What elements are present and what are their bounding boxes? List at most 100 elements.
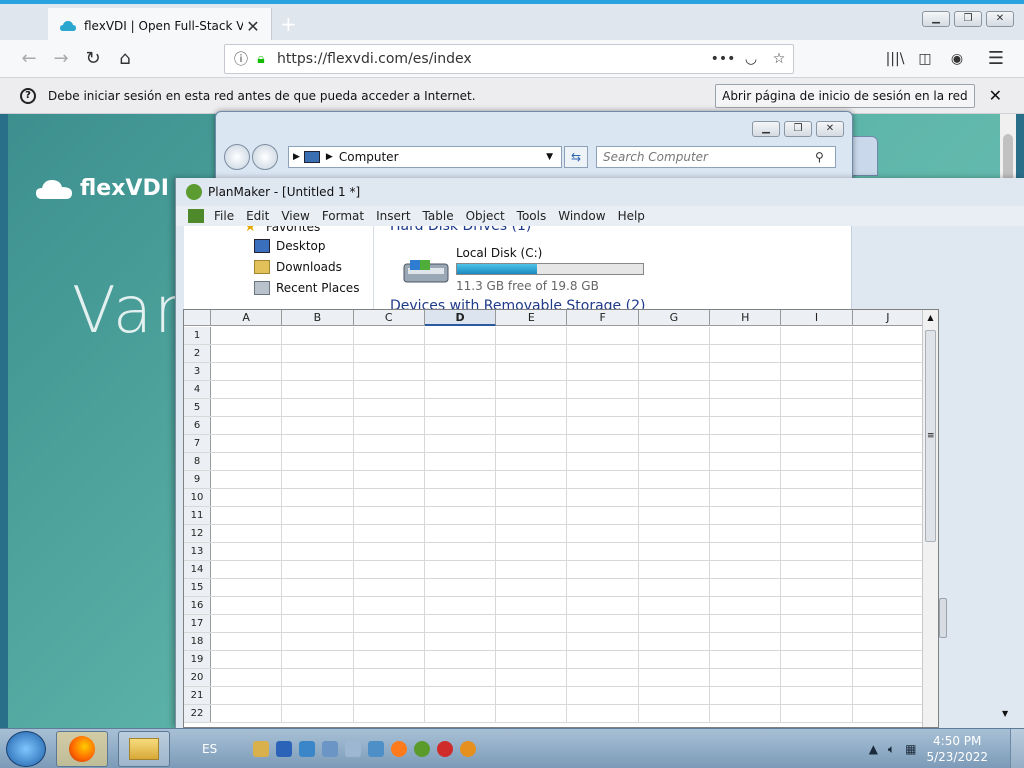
sheet-cell[interactable]	[496, 435, 568, 452]
row-header[interactable]: 22	[184, 705, 211, 722]
sheet-cell[interactable]	[211, 687, 283, 704]
sheet-cell[interactable]	[211, 471, 283, 488]
sheet-cell[interactable]	[282, 651, 354, 668]
search-icon[interactable]: ⚲	[815, 150, 835, 164]
sheet-cell[interactable]	[710, 669, 782, 686]
sheet-cell[interactable]	[425, 687, 497, 704]
sheet-cell[interactable]	[639, 543, 711, 560]
show-desktop-button[interactable]	[1010, 729, 1024, 768]
sheet-cell[interactable]	[496, 471, 568, 488]
sheet-cell[interactable]	[354, 633, 425, 650]
sheet-cell[interactable]	[354, 651, 425, 668]
sheet-cell[interactable]	[710, 417, 782, 434]
sheet-cell[interactable]	[211, 381, 283, 398]
sheet-cell[interactable]	[354, 525, 425, 542]
column-header-e[interactable]: E	[496, 310, 568, 326]
sheet-cell[interactable]	[354, 435, 425, 452]
sheet-cell[interactable]	[781, 489, 853, 506]
sheet-cell[interactable]	[282, 507, 354, 524]
sheet-cell[interactable]	[639, 435, 711, 452]
sheet-cell[interactable]	[639, 489, 711, 506]
column-header-h[interactable]: H	[710, 310, 782, 326]
sheet-cell[interactable]	[567, 687, 639, 704]
sheet-cell[interactable]	[853, 669, 924, 686]
sheet-cell[interactable]	[853, 327, 924, 344]
sheet-cell[interactable]	[853, 633, 924, 650]
volume-icon[interactable]: 🔈︎	[888, 742, 895, 757]
sheet-cell[interactable]	[496, 345, 568, 362]
recycle-quick-icon[interactable]	[345, 740, 362, 757]
sheet-cell[interactable]	[211, 435, 283, 452]
nav-item-recent-places[interactable]: Recent Places	[254, 281, 359, 295]
sheet-cell[interactable]	[710, 453, 782, 470]
sheet-cell[interactable]	[639, 363, 711, 380]
sheet-cell[interactable]	[425, 597, 497, 614]
sheet-cell[interactable]	[639, 327, 711, 344]
sheet-cell[interactable]	[710, 345, 782, 362]
nav-item-downloads[interactable]: Downloads	[254, 260, 342, 274]
sheet-cell[interactable]	[211, 399, 283, 416]
sheet-cell[interactable]	[282, 399, 354, 416]
row-header[interactable]: 14	[184, 561, 211, 578]
sheet-cell[interactable]	[781, 453, 853, 470]
sheet-cell[interactable]	[853, 435, 924, 452]
sheet-cell[interactable]	[282, 579, 354, 596]
menu-window[interactable]: Window	[552, 209, 611, 223]
sheet-cell[interactable]	[354, 705, 425, 722]
sheet-cell[interactable]	[781, 507, 853, 524]
url-text[interactable]: https://flexvdi.com/es/index	[277, 51, 709, 67]
column-header-f[interactable]: F	[567, 310, 639, 326]
sheet-cell[interactable]	[853, 687, 924, 704]
sheet-cell[interactable]	[282, 687, 354, 704]
network-icon[interactable]: ▦	[905, 742, 916, 756]
sheet-cell[interactable]	[781, 561, 853, 578]
sheet-cell[interactable]	[567, 651, 639, 668]
nav-item-desktop[interactable]: Desktop	[254, 239, 326, 253]
sheet-cell[interactable]	[282, 705, 354, 722]
site-logo[interactable]: flexVDI	[36, 176, 169, 201]
minimize-icon[interactable]: ▁	[752, 121, 780, 137]
sheet-cell[interactable]	[639, 453, 711, 470]
sheet-cell[interactable]	[853, 579, 924, 596]
column-header-d[interactable]: D	[424, 310, 497, 326]
url-bar[interactable]: ⓘ 🔒︎ https://flexvdi.com/es/index ••• ◡ …	[224, 44, 794, 74]
row-header[interactable]: 1	[184, 327, 211, 344]
sheet-cell[interactable]	[639, 525, 711, 542]
sheet-cell[interactable]	[496, 579, 568, 596]
sheet-cell[interactable]	[639, 669, 711, 686]
sheet-cell[interactable]	[639, 597, 711, 614]
sheet-cell[interactable]	[282, 471, 354, 488]
split-handle[interactable]	[939, 598, 947, 638]
sheet-cell[interactable]	[211, 417, 283, 434]
sheet-cell[interactable]	[853, 345, 924, 362]
sheet-cell[interactable]	[425, 363, 497, 380]
sheet-cell[interactable]	[282, 561, 354, 578]
nav-item-favorites[interactable]: ★ Favorites	[244, 226, 320, 234]
sheet-cell[interactable]	[853, 399, 924, 416]
sheet-cell[interactable]	[567, 597, 639, 614]
sheet-cell[interactable]	[781, 687, 853, 704]
sheet-cell[interactable]	[425, 705, 497, 722]
sheet-cell[interactable]	[282, 381, 354, 398]
sheet-cell[interactable]	[567, 435, 639, 452]
document-icon[interactable]	[188, 209, 204, 223]
sheet-cell[interactable]	[496, 525, 568, 542]
sheet-cell[interactable]	[781, 399, 853, 416]
menu-help[interactable]: Help	[612, 209, 651, 223]
sheet-cell[interactable]	[639, 705, 711, 722]
sheet-cell[interactable]	[567, 615, 639, 632]
sheet-cell[interactable]	[425, 417, 497, 434]
sheet-cell[interactable]	[710, 651, 782, 668]
sheet-cell[interactable]	[781, 327, 853, 344]
search-box[interactable]: Search Computer ⚲	[596, 146, 836, 168]
column-header-a[interactable]: A	[211, 310, 283, 326]
menu-format[interactable]: Format	[316, 209, 370, 223]
sheet-cell[interactable]	[853, 597, 924, 614]
row-header[interactable]: 17	[184, 615, 211, 632]
sheet-cell[interactable]	[496, 453, 568, 470]
hard-disk-group-header[interactable]: Hard Disk Drives (1)	[390, 226, 531, 234]
sheet-scroll-thumb[interactable]: ≡	[925, 330, 936, 542]
sheet-cell[interactable]	[425, 399, 497, 416]
minimize-icon[interactable]: ▁	[922, 11, 950, 27]
scroll-down-icon[interactable]: ▼	[1002, 709, 1008, 718]
